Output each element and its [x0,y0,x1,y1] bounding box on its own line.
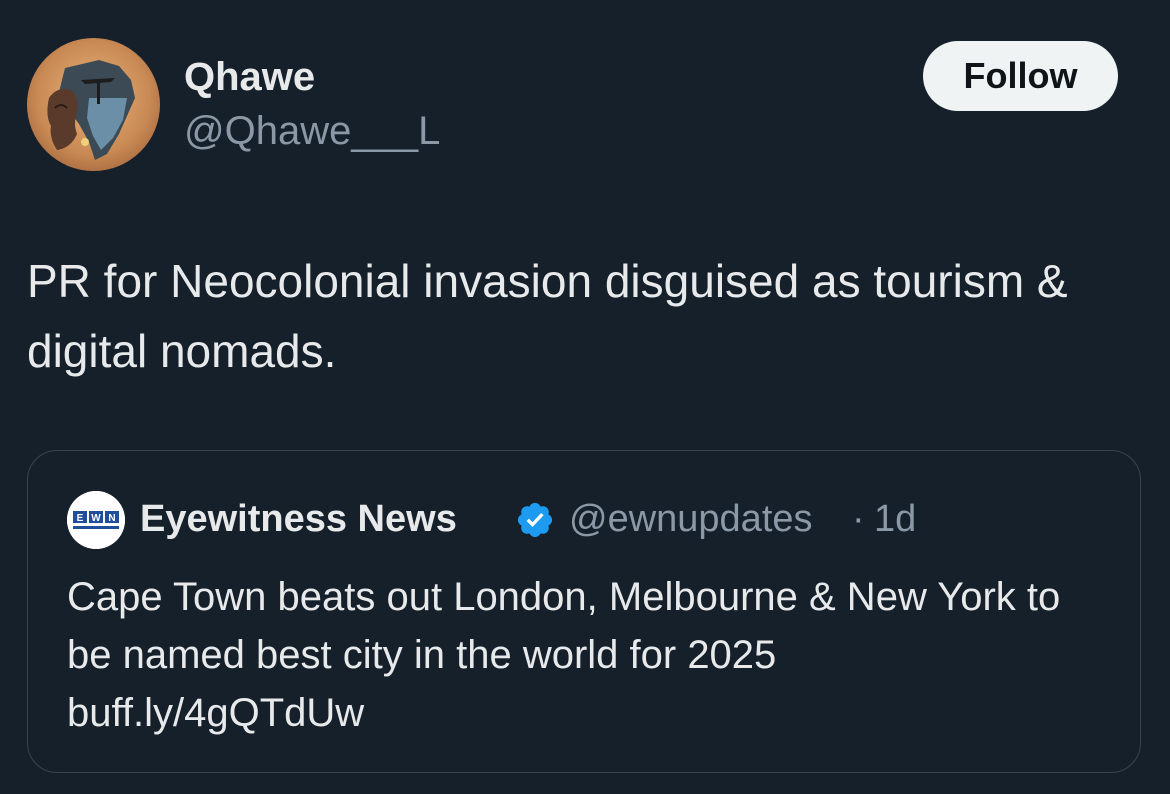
ewn-logo-icon: E W N [67,491,125,549]
quoted-post-link[interactable]: buff.ly/4gQTdUw [67,684,1107,742]
quoted-author-display-name[interactable]: Eyewitness News [140,497,457,541]
verified-badge-icon [517,502,553,538]
author-avatar[interactable] [27,38,160,171]
ewn-logo-letter-w: W [91,513,101,524]
post-text: PR for Neocolonial invasion disguised as… [27,255,1068,377]
quoted-author-avatar[interactable]: E W N [67,491,125,549]
ewn-logo-letter-e: E [77,513,84,524]
separator-dot: · [852,498,865,540]
follow-button[interactable]: Follow [923,41,1118,111]
quoted-post-text: Cape Town beats out London, Melbourne & … [67,575,1061,677]
quoted-post-text-block: Cape Town beats out London, Melbourne & … [67,568,1107,742]
author-display-name[interactable]: Qhawe [184,54,315,100]
post: Qhawe @Qhawe___L Follow PR for Neocoloni… [0,0,1170,794]
quoted-post[interactable]: E W N Eyewitness News @ewnupdates · 1d C… [27,450,1141,773]
africa-map-portrait-avatar-icon [27,38,160,171]
author-handle[interactable]: @Qhawe___L [184,108,440,154]
quoted-post-time[interactable]: 1d [874,497,916,541]
ewn-logo-letter-n: N [108,513,115,524]
quoted-author-handle[interactable]: @ewnupdates [569,497,813,541]
